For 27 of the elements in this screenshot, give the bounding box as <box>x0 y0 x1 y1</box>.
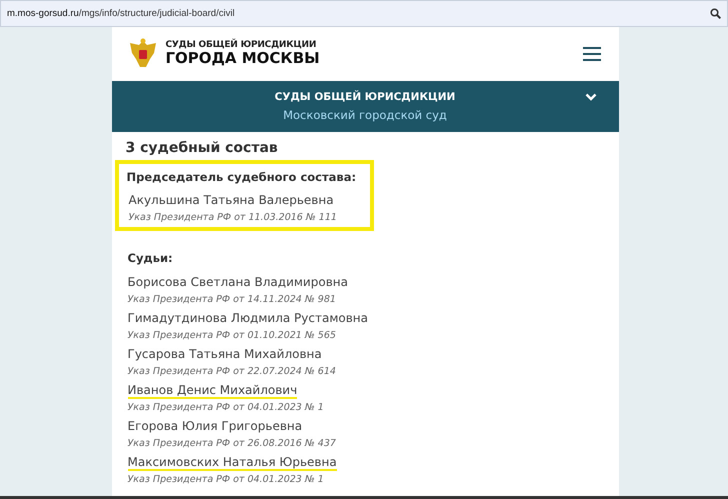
chevron-icon[interactable] <box>584 93 596 101</box>
decree-text: Указ Президента РФ от 04.01.2023 № 1 <box>128 402 324 413</box>
judge-name: Гимадутдинова Людмила Рустамовна <box>128 311 368 327</box>
judge-name: Гусарова Татьяна Михайловна <box>128 347 322 363</box>
url-text: m.mos-gorsud.ru/mgs/info/structure/judicial-board/civil <box>7 8 235 19</box>
judge-name: Иванов Денис Михайлович <box>128 383 298 399</box>
logo-text: СУДЫ ОБЩЕЙ ЮРИСДИКЦИИ <box>166 41 318 51</box>
judge-name: Егорова Юлия Григорьевна <box>128 419 302 435</box>
nav-subtitle: Московский городской суд <box>283 108 447 122</box>
zoom-icon[interactable] <box>710 8 721 19</box>
judges-heading: Судьи: <box>128 251 173 265</box>
decree-text: Указ Президента РФ от 11.03.2016 № 111 <box>128 212 337 223</box>
decree-text: Указ Президента РФ от 26.08.2016 № 437 <box>128 438 336 449</box>
section-title: 3 судебный состав <box>126 140 278 156</box>
decree-text: Указ Президента РФ от 04.01.2023 № 1 <box>128 474 324 485</box>
menu-icon[interactable] <box>582 47 600 61</box>
judge-name: Борисова Светлана Владимировна <box>128 275 348 291</box>
court-nav-bar[interactable]: СУДЫ ОБЩЕЙ ЮРИСДИКЦИИ Московский городской суд <box>112 81 618 132</box>
judge-name: Акульшина Татьяна Валерьевна <box>128 193 334 209</box>
decree-text: Указ Президента РФ от 14.11.2024 № 981 <box>128 294 336 305</box>
address-bar[interactable]: m.mos-gorsud.ru/mgs/info/structure/judicial-board/civil <box>0 0 728 27</box>
nav-title: СУДЫ ОБЩЕЙ ЮРИСДИКЦИИ <box>274 91 456 103</box>
judge-name: Максимовских Наталья Юрьевна <box>128 455 337 471</box>
chairman-heading: Председатель судебного состава: <box>126 170 356 184</box>
logo-title: ГОРОДА МОСКВЫ <box>166 50 320 67</box>
decree-text: Указ Президента РФ от 22.07.2024 № 614 <box>128 366 336 377</box>
decree-text: Указ Президента РФ от 01.10.2021 № 565 <box>128 330 336 341</box>
